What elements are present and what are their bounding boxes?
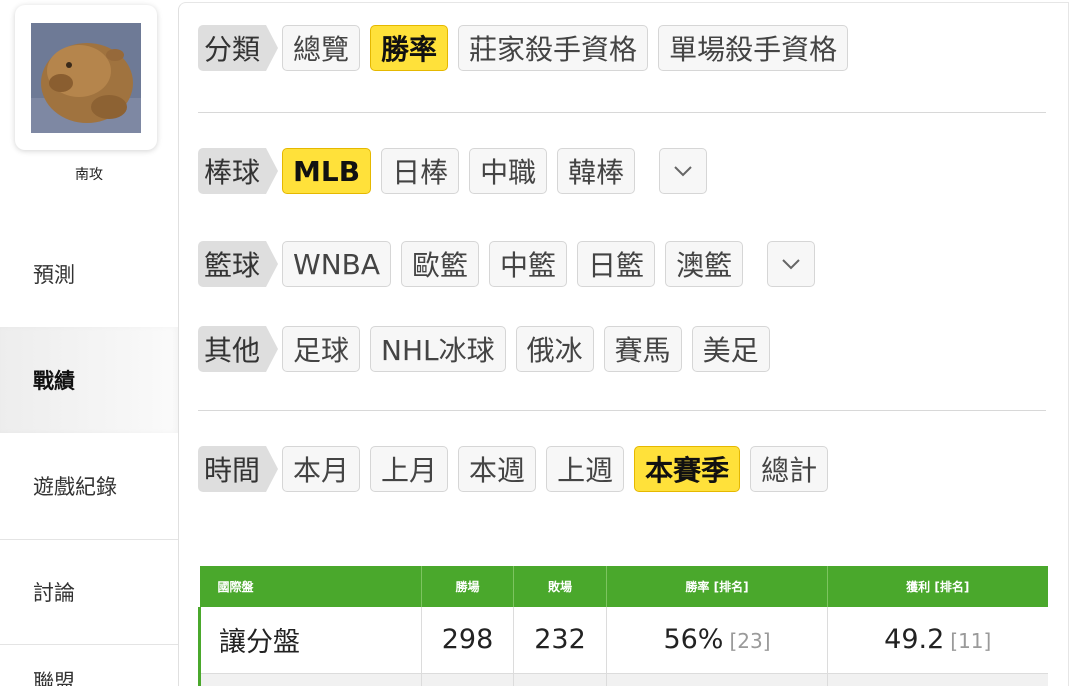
basketball-label: 籃球 [198, 241, 279, 287]
chip-this-season[interactable]: 本賽季 [634, 446, 741, 492]
chip-american-football[interactable]: 美足 [691, 326, 770, 372]
chip-single-killer[interactable]: 單場殺手資格 [658, 25, 849, 71]
bet-type-cell: 讓分盤 [198, 607, 422, 674]
nav-item-label: 遊戲紀錄 [33, 475, 117, 499]
table-header-row: 國際盤 勝場 敗場 勝率 [排名] 獲利 [排名] [199, 566, 1048, 607]
table-header: 勝場 [421, 566, 514, 607]
nav-divider [0, 644, 178, 645]
time-label: 時間 [198, 446, 279, 492]
chip-last-week[interactable]: 上週 [546, 446, 625, 492]
divider [198, 112, 1046, 113]
chip-overview[interactable]: 總覽 [282, 25, 361, 71]
category-filter-row: 分類 總覽 勝率 莊家殺手資格 單場殺手資格 [198, 25, 858, 71]
nav-item-record[interactable]: 戰績 [0, 327, 178, 433]
chip-win-rate[interactable]: 勝率 [370, 25, 449, 71]
table-header: 勝率 [排名] [606, 566, 828, 607]
nav-item-predict[interactable]: 預測 [0, 221, 178, 327]
avatar[interactable] [31, 23, 141, 133]
win-rate-value: 56% [663, 624, 724, 656]
other-label: 其他 [198, 326, 279, 372]
baseball-more-button[interactable] [659, 148, 708, 194]
sidebar: 南攻 預測 戰績 遊戲紀錄 討論 聯盟 [0, 0, 178, 686]
chip-horse-racing[interactable]: 賽馬 [603, 326, 682, 372]
chip-japan-basketball[interactable]: 日籃 [577, 241, 656, 287]
chip-kbo[interactable]: 韓棒 [557, 148, 636, 194]
category-label: 分類 [198, 25, 279, 71]
basketball-filter-row: 籃球 WNBA 歐籃 中籃 日籃 澳籃 [198, 241, 825, 287]
chip-this-month[interactable]: 本月 [282, 446, 361, 492]
chip-china-basketball[interactable]: 中籃 [489, 241, 568, 287]
chip-soccer[interactable]: 足球 [282, 326, 361, 372]
win-rate-rank: [23] [729, 629, 771, 654]
nav-item-discussion[interactable]: 討論 [0, 540, 178, 644]
nav-item-label: 聯盟 [33, 670, 75, 686]
nav-item-game-history[interactable]: 遊戲紀錄 [0, 433, 178, 539]
basketball-more-button[interactable] [767, 241, 816, 287]
chip-nhl[interactable]: NHL冰球 [370, 326, 506, 372]
chip-last-month[interactable]: 上月 [370, 446, 449, 492]
chip-npb[interactable]: 日棒 [381, 148, 460, 194]
time-filter-row: 時間 本月 上月 本週 上週 本賽季 總計 [198, 446, 838, 492]
chip-mlb[interactable]: MLB [282, 148, 372, 194]
wins-cell: 298 [421, 607, 514, 674]
chevron-down-icon [782, 259, 800, 270]
divider [198, 410, 1046, 411]
losses-cell: 232 [513, 607, 607, 674]
table-row: 讓分盤 298 232 56% [23] 49.2 [11] [198, 607, 1048, 674]
table-row [198, 673, 1048, 686]
baseball-label: 棒球 [198, 148, 279, 194]
nav-item-label: 戰績 [33, 369, 75, 393]
chip-total[interactable]: 總計 [750, 446, 829, 492]
stats-table: 國際盤 勝場 敗場 勝率 [排名] 獲利 [排名] 讓分盤 298 232 56… [198, 566, 1048, 686]
avatar-card[interactable] [15, 5, 157, 150]
nav-item-label: 預測 [33, 263, 75, 287]
nav-item-label: 討論 [33, 581, 75, 605]
win-rate-cell: 56% [23] [606, 607, 828, 674]
chip-wnba[interactable]: WNBA [282, 241, 392, 287]
table-header: 國際盤 [199, 566, 422, 607]
chip-euro-basketball[interactable]: 歐籃 [401, 241, 480, 287]
table-header: 獲利 [排名] [827, 566, 1048, 607]
profit-value: 49.2 [884, 624, 945, 656]
other-filter-row: 其他 足球 NHL冰球 俄冰 賽馬 美足 [198, 326, 780, 372]
nav-item-league[interactable]: 聯盟 [0, 666, 178, 686]
profit-cell: 49.2 [11] [827, 607, 1048, 674]
table-header: 敗場 [513, 566, 607, 607]
chip-australia-basketball[interactable]: 澳籃 [665, 241, 744, 287]
profit-rank: [11] [950, 629, 992, 654]
chip-khl[interactable]: 俄冰 [515, 326, 594, 372]
username: 南攻 [75, 167, 103, 183]
chip-cpbl[interactable]: 中職 [469, 148, 548, 194]
baseball-filter-row: 棒球 MLB 日棒 中職 韓棒 [198, 148, 717, 194]
chip-bookmaker-killer[interactable]: 莊家殺手資格 [458, 25, 649, 71]
chip-this-week[interactable]: 本週 [458, 446, 537, 492]
chevron-down-icon [674, 166, 692, 177]
